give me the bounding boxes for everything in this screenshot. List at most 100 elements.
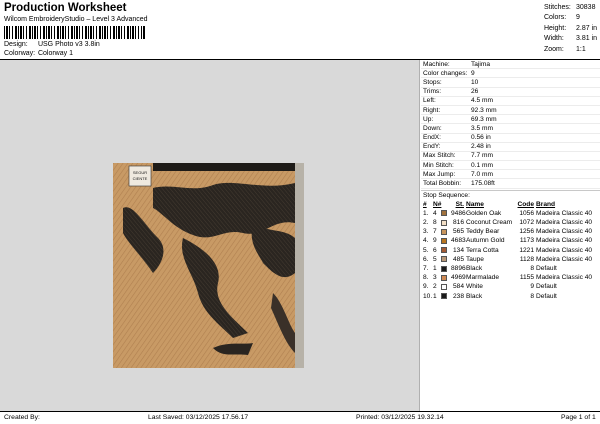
- stop-row: 5. 6 134 Terra Cotta 1221 Madeira Classic 40: [421, 246, 600, 255]
- right-strip: [295, 163, 304, 368]
- design-stats: Stitches: 30838 Colors: 9 Height: 2.87 i…: [544, 2, 600, 55]
- color-swatch: [441, 283, 451, 290]
- printed-date: Printed: 03/12/2025 19.32.14: [356, 414, 444, 421]
- worksheet-footer: Created By: Last Saved: 03/12/2025 17.56…: [0, 411, 600, 424]
- col-name: Name: [466, 200, 484, 208]
- thread-name: Golden Oak: [466, 209, 502, 217]
- thread-code: 1256: [519, 228, 534, 236]
- swatch-square: [441, 228, 447, 235]
- stop-row: 6. 5 485 Taupe 1128 Madeira Classic 40: [421, 255, 600, 264]
- color-swatch: [441, 228, 451, 235]
- thread-name: Marmalade: [466, 274, 499, 282]
- embroidery-design-preview: SEGUR CIENTE: [113, 163, 304, 368]
- info-row: Machine: Tajima: [421, 60, 600, 70]
- stitch-count: 565: [452, 228, 464, 236]
- stop-index: 10.: [423, 292, 433, 300]
- stat-colors: Colors: 9: [544, 14, 580, 22]
- thread-brand: Madeira Classic 40: [536, 228, 593, 236]
- thread-brand: Default: [536, 292, 557, 300]
- thread-brand: Madeira Classic 40: [536, 219, 593, 227]
- stitch-count: 134: [452, 246, 464, 254]
- stop-row: 3. 7 565 Teddy Bear 1256 Madeira Classic 40: [421, 227, 600, 236]
- thread-code: 1155: [519, 274, 534, 282]
- stop-index: 3.: [423, 228, 429, 236]
- stop-row: 2. 8 816 Coconut Cream 1072 Madeira Classic 4…: [421, 218, 600, 227]
- page-number: Page 1 of 1: [561, 414, 596, 421]
- thread-code: 1056: [519, 209, 534, 217]
- stop-index: 5.: [423, 246, 429, 254]
- stop-index: 9.: [423, 283, 429, 291]
- thread-name: White: [466, 283, 483, 291]
- stop-row: 7. 1 8896 Black 8 Default: [421, 264, 600, 273]
- info-row: Trims: 26: [421, 88, 600, 97]
- col-stitches: St.: [455, 200, 464, 208]
- thread-code: 1221: [519, 246, 534, 254]
- thread-name: Taupe: [466, 255, 484, 263]
- machine-info-list: Machine: Tajima Color changes: 9 Stops: 10 …: [421, 60, 600, 189]
- thread-code: 8: [530, 292, 534, 300]
- stop-row: 9. 2 584 White 9 Default: [421, 282, 600, 291]
- colorway-row: Colorway: Colorway 1: [4, 50, 73, 57]
- info-row: Color changes: 9: [421, 69, 600, 79]
- swatch-square: [441, 237, 447, 244]
- info-row: EndX: 0.56 in: [421, 134, 600, 143]
- stitch-count: 4683: [451, 237, 466, 245]
- info-row: Min Stitch: 0.1 mm: [421, 161, 600, 171]
- thread-brand: Madeira Classic 40: [536, 237, 593, 245]
- stat-stitches: Stitches: 30838: [544, 3, 596, 11]
- thread-brand: Madeira Classic 40: [536, 246, 593, 254]
- last-saved: Last Saved: 03/12/2025 17.56.17: [148, 414, 249, 421]
- page-title: Production Worksheet: [4, 2, 127, 14]
- thread-brand: Madeira Classic 40: [536, 209, 593, 217]
- design-value: USG Photo v3 3.8in: [37, 41, 100, 48]
- col-brand: Brand: [536, 200, 556, 208]
- stop-sequence-title: Stop Sequence:: [421, 189, 600, 200]
- barcode: [4, 26, 140, 39]
- stop-index: 4.: [423, 237, 429, 245]
- needle-number: 3: [433, 274, 437, 282]
- patch-text-1: SEGUR: [133, 170, 147, 175]
- info-row: Total Bobbin: 175.08ft: [421, 179, 600, 189]
- stat-height: Height: 2.87 in: [544, 24, 598, 32]
- thread-code: 9: [530, 283, 534, 291]
- thread-name: Black: [466, 265, 483, 273]
- thread-brand: Madeira Classic 40: [536, 274, 593, 282]
- swatch-square: [441, 293, 447, 300]
- stop-row: 4. 9 4683 Autumn Gold 1173 Madeira Classic 40: [421, 236, 600, 245]
- thread-code: 1072: [519, 219, 534, 227]
- stitch-count: 238: [452, 292, 464, 300]
- swatch-square: [441, 274, 447, 281]
- info-row: Max Stitch: 7.7 mm: [421, 152, 600, 162]
- needle-number: 5: [433, 255, 437, 263]
- stitch-count: 4969: [451, 274, 466, 282]
- stat-zoom: Zoom: 1:1: [544, 45, 586, 53]
- stitch-count: 9486: [451, 209, 466, 217]
- needle-number: 2: [433, 283, 437, 291]
- design-label: Design:: [4, 41, 28, 48]
- thread-name: Autumn Gold: [466, 237, 505, 245]
- thread-brand: Default: [536, 265, 557, 273]
- color-swatch: [441, 210, 451, 217]
- stop-index: 1.: [423, 209, 429, 217]
- thread-name: Coconut Cream: [466, 219, 513, 227]
- color-swatch: [441, 274, 451, 281]
- info-row: Stops: 10: [421, 78, 600, 88]
- stitch-count: 816: [452, 219, 464, 227]
- thread-brand: Default: [536, 283, 557, 291]
- color-swatch: [441, 247, 451, 254]
- info-row: Right: 92.3 mm: [421, 106, 600, 116]
- info-row: Down: 3.5 mm: [421, 124, 600, 134]
- worksheet-header: Production Worksheet Wilcom EmbroiderySt…: [0, 0, 600, 60]
- stop-index: 8.: [423, 274, 429, 282]
- thread-code: 1128: [519, 255, 534, 263]
- needle-number: 1: [433, 265, 437, 273]
- info-row: Up: 69.3 mm: [421, 115, 600, 125]
- stop-sequence-list: 1. 4 9486 Golden Oak 1056 Madeira Classic 40 2…: [421, 209, 600, 301]
- swatch-square: [441, 283, 447, 290]
- colorway-value: Colorway 1: [37, 50, 73, 57]
- stitch-count: 584: [452, 283, 464, 291]
- swatch-square: [441, 210, 447, 217]
- needle-number: 7: [433, 228, 437, 236]
- swatch-square: [441, 265, 447, 272]
- needle-number: 6: [433, 246, 437, 254]
